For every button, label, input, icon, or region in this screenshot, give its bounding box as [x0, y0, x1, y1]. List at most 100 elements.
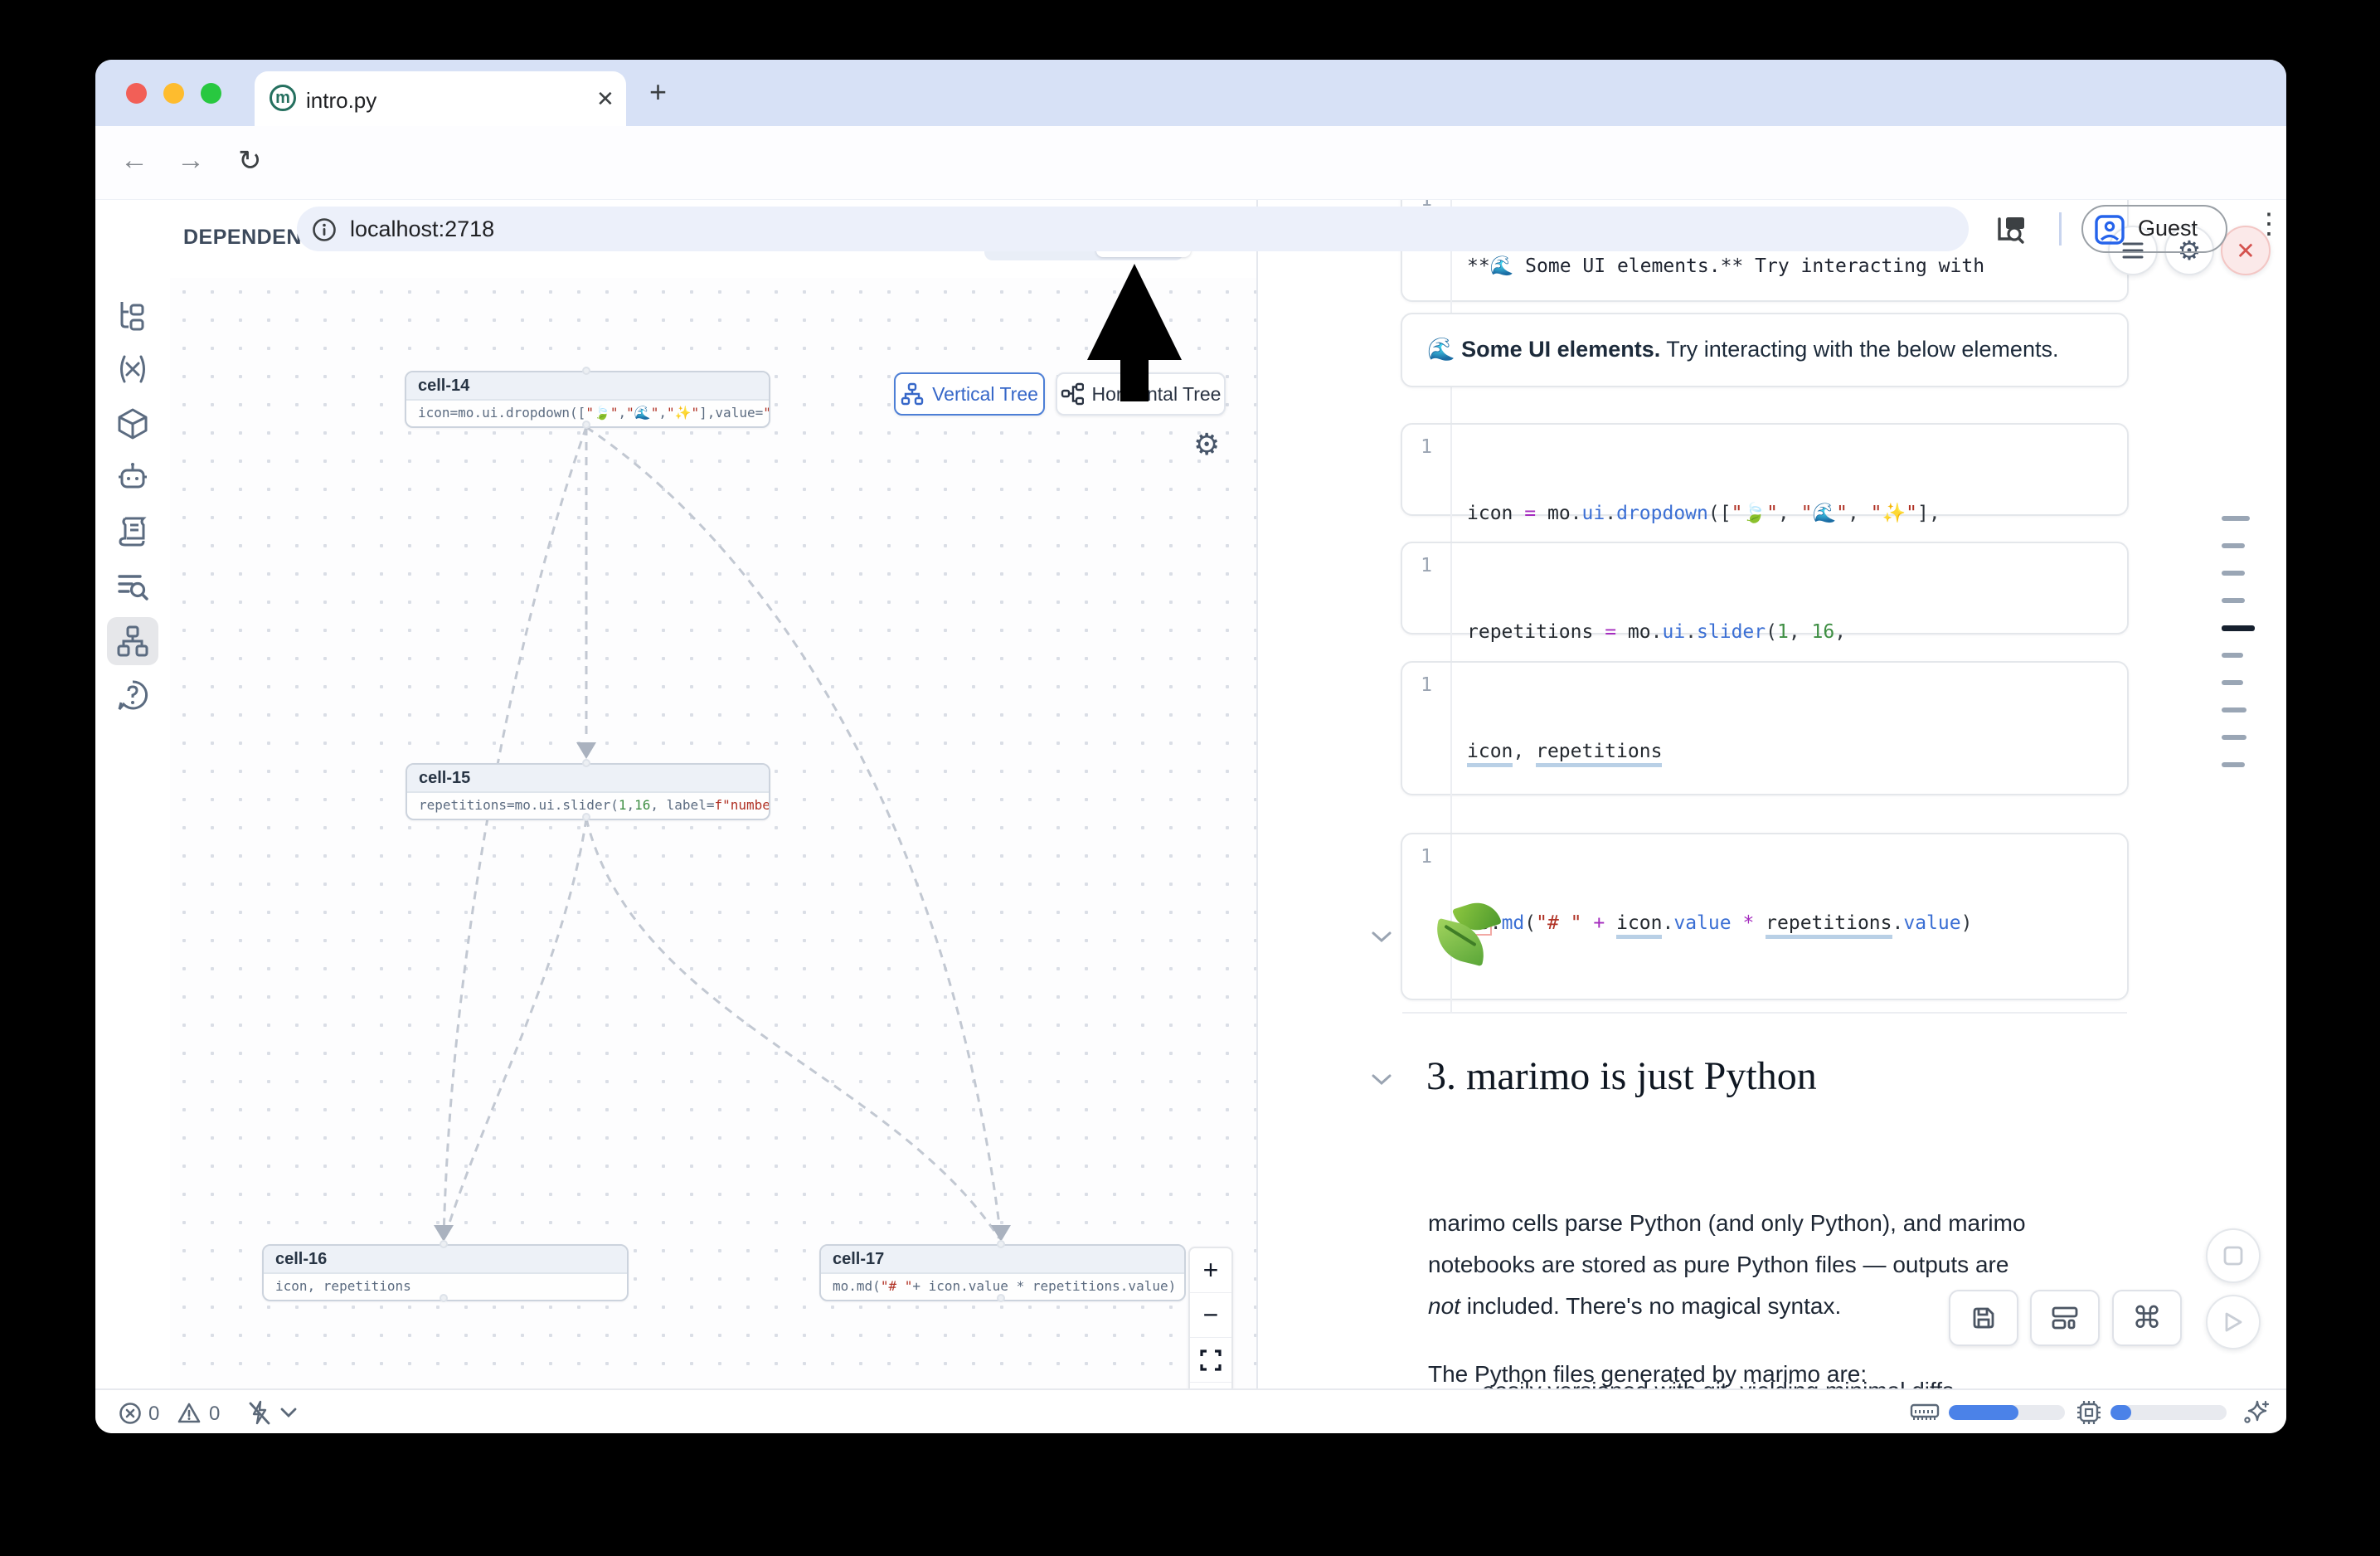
profile-avatar-icon [2095, 215, 2125, 245]
reload-button[interactable]: ↻ [238, 144, 262, 177]
errors-icon[interactable] [119, 1402, 142, 1425]
zoom-out-button[interactable]: − [1190, 1293, 1231, 1338]
play-icon [2222, 1310, 2244, 1334]
forward-button[interactable]: → [177, 144, 205, 177]
minimap-line[interactable] [2222, 516, 2250, 521]
vertical-tree-icon [901, 382, 924, 406]
save-button[interactable] [1949, 1290, 2018, 1346]
node-port [582, 759, 590, 767]
cell-tuple[interactable]: 1 icon, repetitions › [ … ] 2 Items [1401, 661, 2129, 795]
dependency-graph-canvas[interactable]: Vertical Tree Horizontal Tree ⚙ cell-14 … [170, 278, 1256, 1388]
cell-md-call[interactable]: 1 mo.md("# " + icon.value * repetitions.… [1401, 833, 2129, 1000]
minimap-line[interactable] [2222, 571, 2245, 576]
profile-label: Guest [2138, 216, 2198, 241]
ai-assistant-icon[interactable] [115, 460, 150, 495]
site-info-icon[interactable] [312, 217, 337, 242]
node-port [440, 1240, 448, 1248]
cell-dropdown[interactable]: 1 icon = mo.ui.dropdown(["🍃", "🌊", "✨"],… [1401, 423, 2129, 516]
graph-settings-icon[interactable]: ⚙ [1193, 427, 1220, 462]
graph-node-cell-16[interactable]: cell-16 icon, repetitions [262, 1244, 629, 1301]
profile-button[interactable]: Guest [2081, 205, 2227, 253]
chevron-down-icon[interactable] [279, 1407, 298, 1418]
code-line[interactable]: icon = mo.ui.dropdown(["🍃", "🌊", "✨"], [1467, 498, 1940, 529]
section-collapse-chevron-icon[interactable] [1371, 1073, 1392, 1087]
cpu-usage-meter [2110, 1405, 2227, 1420]
cell-collapse-chevron-icon[interactable] [1371, 931, 1392, 944]
node-title: cell-14 [406, 372, 769, 401]
ai-sparkle-icon[interactable] [2242, 1398, 2270, 1427]
stop-button[interactable] [2206, 1228, 2261, 1283]
fit-view-button[interactable] [1190, 1338, 1231, 1383]
code-line[interactable]: mo.md("# " + icon.value * repetitions.va… [1467, 907, 1972, 939]
node-title: cell-16 [264, 1246, 627, 1274]
tab-title: intro.py [306, 88, 376, 114]
center-selection-button[interactable] [1190, 1383, 1231, 1388]
minimap-line[interactable] [2222, 762, 2245, 767]
packages-icon[interactable] [115, 406, 150, 441]
traffic-light-close[interactable] [126, 83, 147, 104]
leaf-emoji-output [1427, 901, 1518, 992]
error-count: 0 [148, 1403, 159, 1426]
browser-tab[interactable]: m intro.py ✕ [255, 71, 626, 126]
fit-view-icon [1200, 1349, 1222, 1371]
graph-node-cell-14[interactable]: cell-14 icon = mo.ui.dropdown(["🍃", "🌊",… [405, 371, 770, 428]
variables-icon[interactable] [115, 352, 150, 387]
horizontal-tree-button[interactable]: Horizontal Tree [1056, 372, 1226, 416]
browser-window: m intro.py ✕ + ← → ↻ localhost:2718 [95, 60, 2286, 1433]
minimap-line[interactable] [2222, 543, 2245, 548]
minimap-line[interactable] [2222, 653, 2243, 658]
browser-tabstrip: m intro.py ✕ + [95, 60, 2286, 126]
snippets-icon[interactable] [115, 513, 150, 548]
code-line[interactable]: **🌊 Some UI elements.** Try interacting … [1467, 250, 1984, 282]
panel-divider [1256, 199, 1258, 1388]
vertical-tree-button[interactable]: Vertical Tree [894, 372, 1045, 416]
dependency-graph-icon[interactable] [115, 624, 150, 659]
clipped-list-item: easily versioned with git, yielding mini… [1482, 1370, 2100, 1388]
tab-search-icon[interactable] [1994, 212, 2029, 246]
markdown-output-card: 🌊 Some UI elements. Try interacting with… [1401, 313, 2129, 387]
minimap-line[interactable] [2222, 625, 2255, 631]
layout-toggle-button[interactable] [2030, 1290, 2100, 1346]
url-text: localhost:2718 [350, 216, 494, 242]
new-tab-button[interactable]: + [649, 75, 667, 109]
code-line[interactable]: repetitions = mo.ui.slider(1, 16, [1467, 616, 1858, 648]
url-bar[interactable]: localhost:2718 [297, 207, 1969, 251]
traffic-light-zoom[interactable] [201, 83, 221, 104]
code-line[interactable]: icon, repetitions [1467, 736, 1662, 767]
browser-menu-icon[interactable]: ⋮ [2255, 207, 2283, 241]
warning-count: 0 [209, 1403, 220, 1426]
help-icon[interactable] [115, 678, 150, 713]
graph-node-cell-15[interactable]: cell-15 repetitions = mo.ui.slider(1, 16… [406, 763, 770, 820]
minimap-line[interactable] [2222, 707, 2246, 712]
wave-emoji: 🌊 [1427, 337, 1455, 362]
graph-node-cell-17[interactable]: cell-17 mo.md("# " + icon.value * repeti… [819, 1244, 1186, 1301]
status-bar: 0 0 [95, 1388, 2286, 1433]
minimap-line[interactable] [2222, 680, 2243, 685]
helper-sidebar [95, 199, 172, 1388]
node-port [582, 813, 590, 821]
run-button[interactable] [2206, 1295, 2261, 1349]
traffic-light-minimize[interactable] [163, 83, 184, 104]
minimap-line[interactable] [2222, 598, 2245, 603]
keyboard-shortcuts-button[interactable]: ⌘ [2112, 1290, 2182, 1346]
back-button[interactable]: ← [120, 144, 148, 177]
file-explorer-icon[interactable] [115, 297, 150, 332]
graph-zoom-controls: + − [1188, 1247, 1233, 1388]
cell-slider[interactable]: 1 repetitions = mo.ui.slider(1, 16, labe… [1401, 542, 2129, 635]
minimap-line[interactable] [2222, 735, 2246, 740]
save-icon [1970, 1305, 1997, 1331]
logs-icon[interactable] [115, 568, 150, 603]
tab-close-icon[interactable]: ✕ [596, 86, 614, 112]
warnings-icon[interactable] [177, 1401, 202, 1426]
node-port [582, 421, 590, 429]
autorun-disabled-icon[interactable] [246, 1399, 273, 1426]
node-port [582, 367, 590, 375]
cpu-icon [2076, 1399, 2102, 1426]
section-heading: 3. marimo is just Python [1426, 1053, 1817, 1099]
ram-usage-meter [1949, 1405, 2065, 1420]
zoom-in-button[interactable]: + [1190, 1248, 1231, 1293]
node-port [997, 1294, 1005, 1302]
marimo-favicon: m [270, 85, 296, 111]
markdown-output-text: 🌊 Some UI elements. Try interacting with… [1402, 314, 2127, 362]
graph-edges [170, 278, 1256, 1388]
